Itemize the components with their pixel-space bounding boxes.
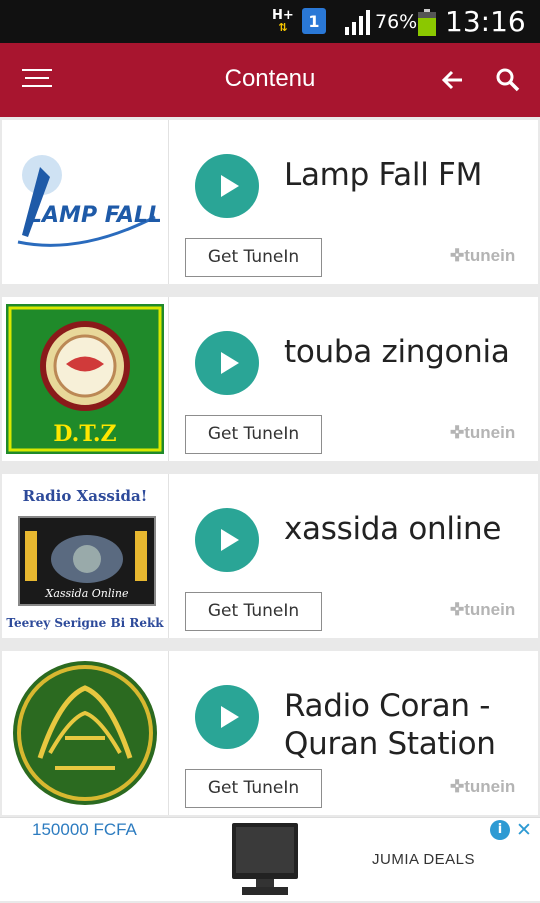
back-arrow-icon[interactable] (440, 67, 466, 93)
app-toolbar: Contenu (0, 43, 540, 117)
station-card[interactable]: Radio Xassida! Xassida Online Teerey Ser… (2, 474, 538, 638)
play-button[interactable] (195, 154, 259, 218)
battery-icon (418, 9, 436, 36)
tunein-logo: ✜tunein (450, 246, 516, 265)
station-card[interactable]: LAMP FALL Lamp Fall FM Get TuneIn ✜tunei… (2, 120, 538, 284)
logo-text-2: Xassida Online (44, 587, 129, 600)
info-icon[interactable]: i (490, 820, 510, 840)
station-logo (2, 651, 169, 815)
tunein-logo: ✜tunein (450, 600, 516, 619)
logo-text: D.T.Z (53, 421, 116, 447)
station-logo: LAMP FALL (2, 120, 169, 284)
status-bar: H+ ⇅ 1 76% 13:16 (0, 0, 540, 43)
ad-banner[interactable]: 150000 FCFA JUMIA DEALS i ✕ (0, 817, 540, 901)
close-icon[interactable]: ✕ (516, 819, 532, 841)
station-card[interactable]: D.T.Z touba zingonia Get TuneIn ✜tunein (2, 297, 538, 461)
get-tunein-button[interactable]: Get TuneIn (185, 238, 322, 277)
play-button[interactable] (195, 331, 259, 395)
station-name: Radio Coran - Quran Station (284, 688, 496, 762)
play-button[interactable] (195, 685, 259, 749)
get-tunein-button[interactable]: Get TuneIn (185, 415, 322, 454)
ad-brand: JUMIA DEALS (372, 851, 476, 868)
tunein-logo: ✜tunein (450, 423, 516, 442)
logo-text: Radio Xassida! (23, 487, 148, 505)
logo-text-3: Teerey Serigne Bi Rekk (6, 616, 164, 630)
clock: 13:16 (445, 5, 526, 38)
play-button[interactable] (195, 508, 259, 572)
get-tunein-button[interactable]: Get TuneIn (185, 769, 322, 808)
ad-price: 150000 FCFA (32, 820, 137, 839)
network-indicator: H+ ⇅ (272, 0, 294, 43)
station-logo: Radio Xassida! Xassida Online Teerey Ser… (2, 474, 169, 638)
network-type: H+ (272, 7, 294, 23)
station-name: xassida online (284, 511, 502, 547)
signal-icon (344, 0, 372, 43)
station-card[interactable]: Radio Coran - Quran Station Get TuneIn ✜… (2, 651, 538, 815)
logo-text: LAMP FALL (28, 203, 160, 228)
search-icon[interactable] (495, 67, 521, 93)
get-tunein-button[interactable]: Get TuneIn (185, 592, 322, 631)
notification-badge: 1 (302, 8, 326, 34)
ad-tv-image (230, 821, 300, 899)
station-name: touba zingonia (284, 334, 510, 370)
data-arrows-icon: ⇅ (278, 20, 288, 34)
station-name: Lamp Fall FM (284, 157, 483, 193)
tunein-logo: ✜tunein (450, 777, 516, 796)
battery-percent: 76% (375, 10, 418, 33)
station-logo: D.T.Z (2, 297, 169, 461)
